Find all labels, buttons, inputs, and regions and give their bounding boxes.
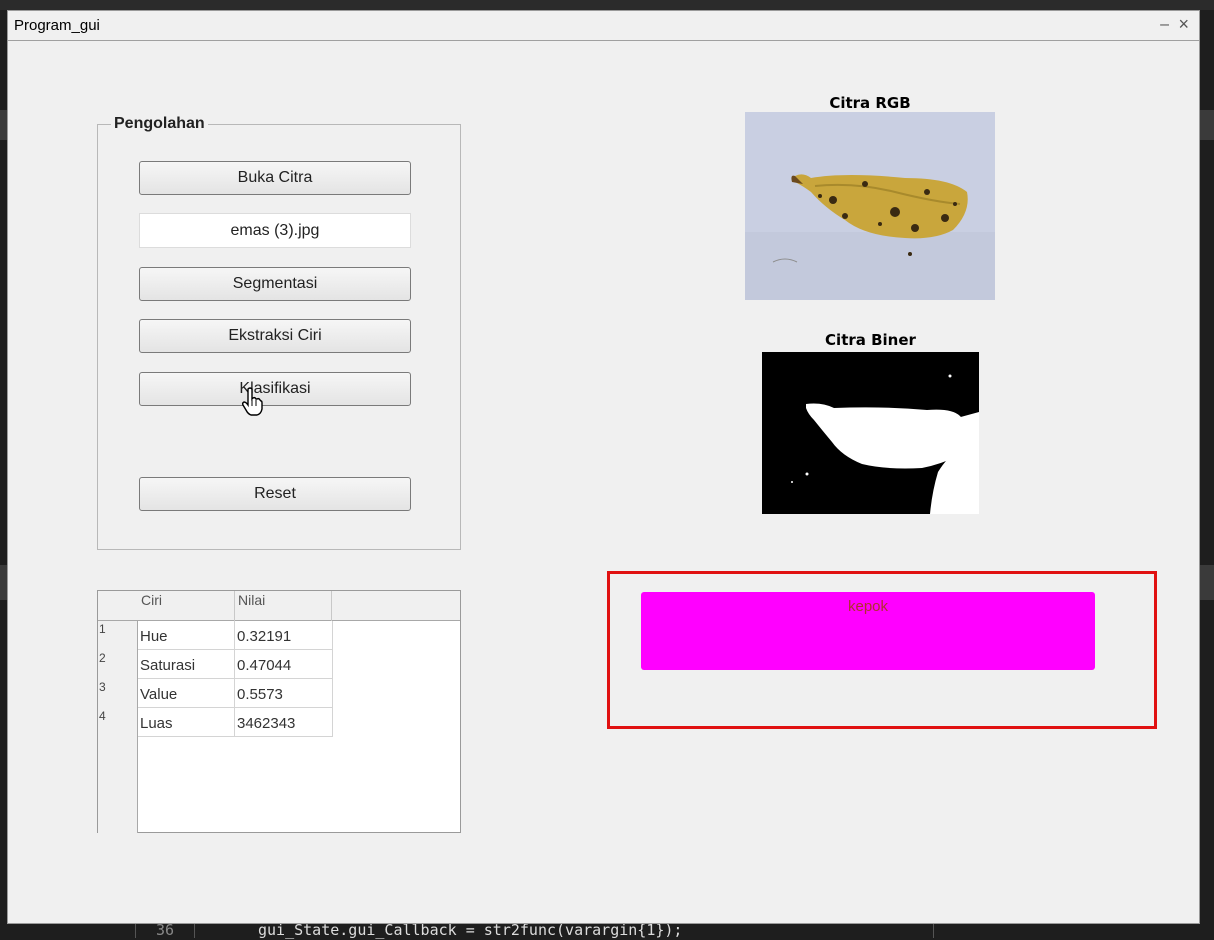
binary-image-title: Citra Biner bbox=[825, 331, 916, 349]
background-editor-edge bbox=[0, 110, 7, 140]
cell-ciri[interactable]: Saturasi bbox=[138, 650, 235, 679]
classification-result: kepok bbox=[641, 592, 1095, 670]
background-editor-edge bbox=[1200, 565, 1214, 600]
row-header-column: 1 2 3 4 bbox=[98, 621, 138, 833]
binary-image bbox=[762, 352, 979, 514]
column-header-ciri[interactable]: Ciri bbox=[138, 591, 235, 621]
rgb-image-title: Citra RGB bbox=[829, 94, 911, 112]
open-image-button[interactable]: Buka Citra bbox=[139, 161, 411, 195]
row-number: 4 bbox=[99, 709, 106, 723]
table-header: Ciri Nilai bbox=[98, 591, 460, 621]
cell-ciri[interactable]: Hue bbox=[138, 621, 235, 650]
cell-ciri[interactable]: Luas bbox=[138, 708, 235, 737]
background-editor-edge bbox=[1200, 110, 1214, 140]
classification-button[interactable]: Klasifikasi bbox=[139, 372, 411, 406]
feature-table[interactable]: Ciri Nilai 1 2 3 4 Hue 0.32191 Saturasi … bbox=[97, 590, 461, 833]
row-number: 1 bbox=[99, 622, 106, 636]
reset-button[interactable]: Reset bbox=[139, 477, 411, 511]
background-editor-edge bbox=[0, 565, 7, 600]
feature-extraction-button[interactable]: Ekstraksi Ciri bbox=[139, 319, 411, 353]
close-icon[interactable]: × bbox=[1178, 14, 1189, 35]
column-header-nilai[interactable]: Nilai bbox=[235, 591, 332, 621]
minimize-icon[interactable]: – bbox=[1160, 16, 1169, 34]
cell-nilai[interactable]: 0.47044 bbox=[235, 650, 333, 679]
window-title: Program_gui bbox=[14, 17, 100, 34]
title-bar[interactable]: Program_gui – × bbox=[8, 11, 1199, 41]
cell-nilai[interactable]: 3462343 bbox=[235, 708, 333, 737]
filename-field: emas (3).jpg bbox=[139, 213, 411, 248]
segmentation-button[interactable]: Segmentasi bbox=[139, 267, 411, 301]
row-number: 3 bbox=[99, 680, 106, 694]
rgb-image bbox=[745, 112, 995, 300]
row-number: 2 bbox=[99, 651, 106, 665]
cell-ciri[interactable]: Value bbox=[138, 679, 235, 708]
cell-nilai[interactable]: 0.32191 bbox=[235, 621, 333, 650]
background-editor-strip bbox=[0, 0, 1214, 10]
panel-title: Pengolahan bbox=[111, 115, 208, 133]
cell-nilai[interactable]: 0.5573 bbox=[235, 679, 333, 708]
